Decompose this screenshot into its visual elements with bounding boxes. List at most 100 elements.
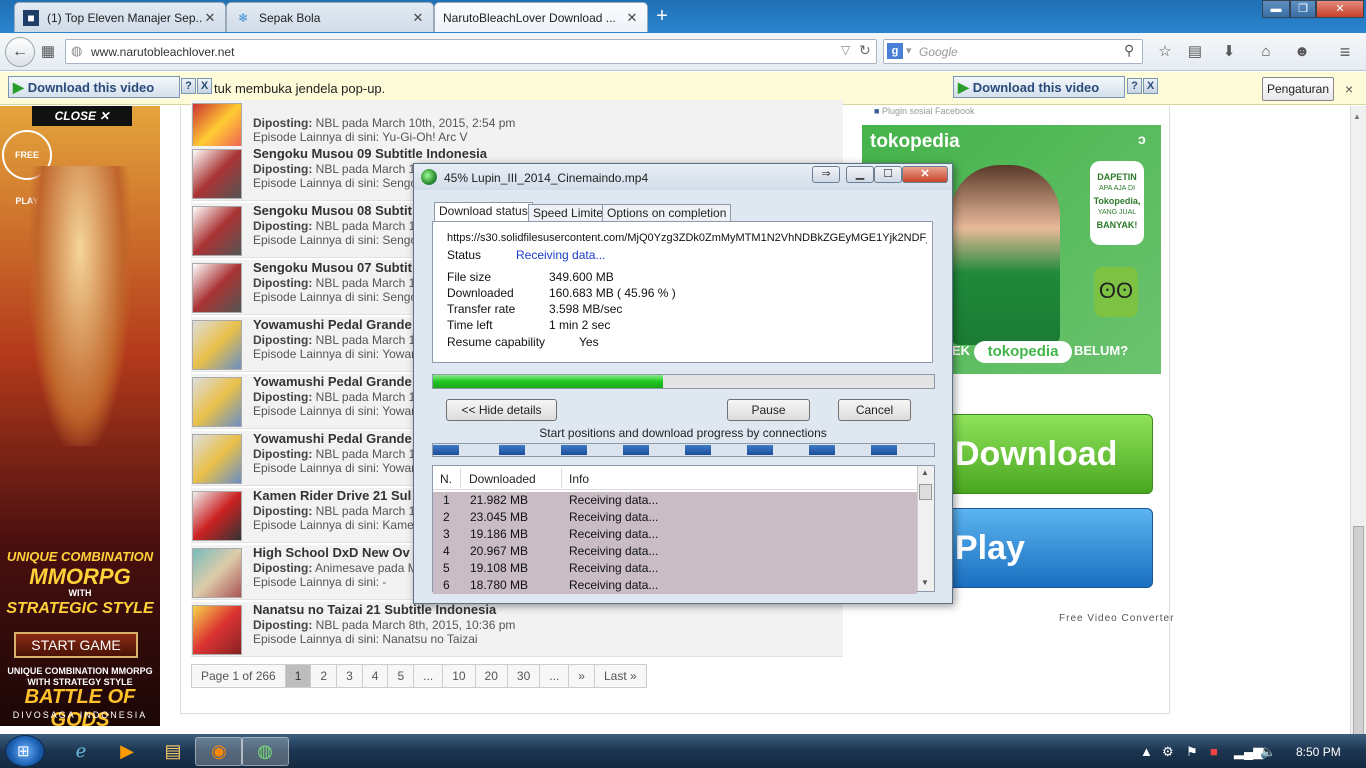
close-tab-icon[interactable]: ✕ — [625, 10, 639, 26]
new-tab-button[interactable]: + — [650, 6, 674, 28]
post-thumbnail[interactable] — [192, 377, 242, 427]
tab-sepak-bola[interactable]: ❄ Sepak Bola ✕ — [226, 2, 434, 32]
action-center-flag-icon[interactable]: ⚑ — [1186, 744, 1198, 760]
settings-button[interactable]: Pengaturan — [1262, 77, 1334, 101]
post-author[interactable]: NBL pada — [316, 390, 369, 404]
column-downloaded[interactable]: Downloaded — [469, 472, 536, 486]
idm-taskbar-icon[interactable]: ◍ — [241, 737, 289, 766]
start-game-button[interactable]: START GAME — [14, 632, 138, 658]
post-episodes[interactable]: Episode Lainnya di sini: Yowam — [253, 404, 421, 418]
connections-list[interactable]: N. Downloaded Info 1 21.982 MB Receiving d… — [432, 465, 935, 594]
search-bar[interactable]: g ▾ Google ⚲ — [883, 39, 1143, 64]
file-explorer-icon[interactable]: ▤ — [149, 737, 197, 766]
post-title[interactable]: Kamen Rider Drive 21 Sul — [253, 488, 411, 503]
page-scrollbar[interactable]: ▲ — [1350, 106, 1366, 736]
smiley-icon[interactable]: ☻ — [1292, 42, 1312, 62]
post-title[interactable]: High School DxD New Ov — [253, 545, 410, 560]
dialog-minimize-button[interactable]: ▁ — [846, 166, 874, 183]
post-thumbnail[interactable] — [192, 548, 242, 598]
post-episodes[interactable]: Episode Lainnya di sini: Sengoku — [253, 290, 430, 304]
connection-row[interactable]: 3 19.186 MB Receiving data... — [433, 526, 917, 543]
post-author[interactable]: Animesave pada — [315, 561, 404, 575]
media-player-icon[interactable]: ▶ — [103, 737, 151, 766]
dialog-maximize-button[interactable]: ☐ — [874, 166, 902, 183]
scroll-down-icon[interactable]: ▼ — [921, 578, 929, 587]
page-10[interactable]: 10 — [442, 664, 476, 688]
post-episodes[interactable]: Episode Lainnya di sini: Yowam — [253, 461, 421, 475]
close-ad-button[interactable]: CLOSE ✕ — [32, 106, 132, 126]
help-button[interactable]: ? — [1127, 78, 1142, 94]
clock[interactable]: 8:50 PM — [1296, 745, 1341, 759]
close-tab-icon[interactable]: ✕ — [411, 10, 425, 26]
scroll-up-icon[interactable]: ▲ — [1353, 112, 1361, 121]
close-notification-icon[interactable]: × — [1345, 81, 1353, 97]
page-5[interactable]: 5 — [387, 664, 415, 688]
post-thumbnail[interactable] — [192, 206, 242, 256]
close-window-button[interactable]: ✕ — [1316, 0, 1364, 18]
post-title[interactable]: Yowamushi Pedal Grande — [253, 374, 412, 389]
post-thumbnail[interactable] — [192, 263, 242, 313]
connection-row[interactable]: 1 21.982 MB Receiving data... — [433, 492, 917, 509]
post-author[interactable]: NBL pada — [316, 618, 369, 632]
google-icon[interactable]: g — [887, 43, 903, 59]
network-signal-icon[interactable]: ▂▄▆ — [1234, 744, 1263, 760]
page-20[interactable]: 20 — [474, 664, 508, 688]
connection-row[interactable]: 2 23.045 MB Receiving data... — [433, 509, 917, 526]
post-author[interactable]: NBL pada — [316, 447, 369, 461]
download-ad-button[interactable]: Download — [940, 414, 1153, 494]
network-share-icon[interactable]: ⚙ — [1162, 744, 1174, 760]
download-icon[interactable]: ⬇ — [1219, 42, 1239, 62]
ad-choices-icon[interactable]: ↄ — [1138, 131, 1146, 147]
tab-narutobleachlover[interactable]: NarutoBleachLover Download ... ✕ — [434, 2, 648, 32]
reload-icon[interactable]: ↻ — [859, 42, 871, 59]
show-hidden-icons[interactable]: ▲ — [1140, 744, 1153, 759]
firefox-icon[interactable]: ◉ — [195, 737, 243, 766]
security-icon[interactable]: ■ — [1210, 744, 1218, 759]
minimize-button[interactable]: ▬ — [1262, 0, 1290, 18]
post-title[interactable]: Yowamushi Pedal Grande — [253, 317, 412, 332]
post-episodes[interactable]: Episode Lainnya di sini: Nanatsu no Taiz… — [253, 632, 478, 646]
pause-button[interactable]: Pause — [727, 399, 810, 421]
post-episodes[interactable]: Episode Lainnya di sini: - — [253, 575, 386, 589]
bookmarks-menu-icon[interactable]: ▤ — [1185, 42, 1205, 62]
last-page[interactable]: Last » — [593, 664, 647, 688]
search-icon[interactable]: ⚲ — [1124, 42, 1134, 59]
post-author[interactable]: NBL pada — [316, 219, 369, 233]
home-icon[interactable]: ⌂ — [1256, 42, 1276, 62]
page-3[interactable]: 3 — [336, 664, 363, 688]
post-title[interactable]: Sengoku Musou 09 Subtitle Indonesia — [253, 146, 487, 161]
post-author[interactable]: NBL pada — [316, 276, 369, 290]
dropdown-icon[interactable]: ▽ — [841, 43, 850, 57]
download-video-button[interactable]: ▶ Download this video — [8, 76, 180, 98]
post-author[interactable]: NBL pada — [316, 116, 369, 130]
post-thumbnail[interactable] — [192, 605, 242, 655]
scrollbar-thumb[interactable] — [919, 484, 932, 500]
download-video-button[interactable]: ▶ Download this video — [953, 76, 1125, 98]
tab-speed-limiter[interactable]: Speed Limiter — [528, 204, 613, 222]
post-episodes[interactable]: Episode Lainnya di sini: Sengoku — [253, 233, 430, 247]
menu-icon[interactable]: ≡ — [1335, 42, 1355, 62]
internet-explorer-icon[interactable]: ℯ — [57, 737, 105, 766]
dialog-close-button[interactable]: ✕ — [902, 166, 948, 183]
scrollbar-thumb[interactable] — [1353, 526, 1364, 736]
scroll-up-icon[interactable]: ▲ — [921, 468, 929, 477]
address-bar[interactable]: ◍ www.narutobleachlover.net ▽ ↻ — [65, 39, 877, 64]
tab-download-status[interactable]: Download status — [434, 202, 533, 223]
close-video-button[interactable]: X — [1143, 78, 1158, 94]
post-episodes[interactable]: Episode Lainnya di sini: Yu-Gi-Oh! Arc V — [253, 130, 468, 144]
post-thumbnail[interactable] — [192, 434, 242, 484]
tab-groups-icon[interactable]: ▦ — [38, 42, 58, 62]
start-button[interactable]: ⊞ — [5, 735, 45, 767]
column-info[interactable]: Info — [569, 472, 589, 486]
post-title[interactable]: Yowamushi Pedal Grande — [253, 431, 412, 446]
back-button[interactable]: ← — [5, 37, 35, 67]
play-ad-button[interactable]: Play — [940, 508, 1153, 588]
connection-row[interactable]: 6 18.780 MB Receiving data... — [433, 577, 917, 594]
page-4[interactable]: 4 — [361, 664, 389, 688]
free-video-converter-label[interactable]: Free Video Converter — [1059, 613, 1174, 624]
close-tab-icon[interactable]: ✕ — [203, 10, 217, 26]
tab-options-on-completion[interactable]: Options on completion — [602, 204, 732, 222]
cancel-button[interactable]: Cancel — [838, 399, 911, 421]
post-title[interactable]: Nanatsu no Taizai 21 Subtitle Indonesia — [253, 602, 496, 617]
search-engine-dropdown-icon[interactable]: ▾ — [906, 44, 912, 57]
